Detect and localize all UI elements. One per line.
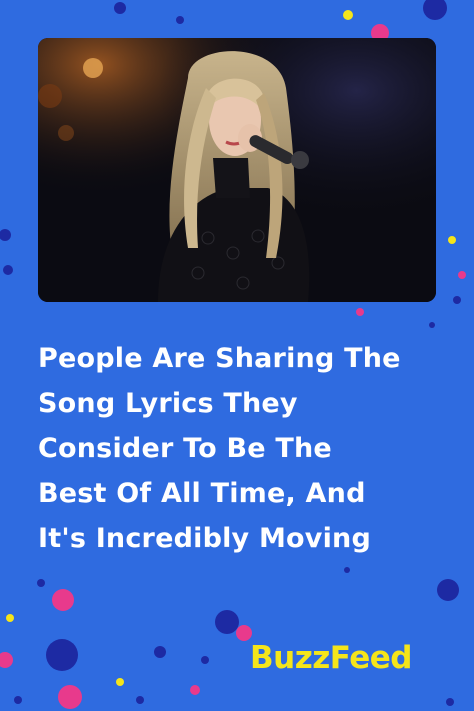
confetti-dot <box>458 271 466 279</box>
confetti-dot <box>116 678 124 686</box>
confetti-dot <box>356 308 364 316</box>
headline-line: It's Incredibly Moving <box>38 523 371 554</box>
confetti-dot <box>453 296 461 304</box>
confetti-dot <box>46 639 78 671</box>
headline-line: People Are Sharing The <box>38 343 401 374</box>
confetti-dot <box>52 589 74 611</box>
confetti-dot <box>215 610 239 634</box>
confetti-dot <box>446 698 454 706</box>
confetti-dot <box>190 685 200 695</box>
confetti-dot <box>6 614 14 622</box>
stage-light <box>38 84 62 108</box>
confetti-dot <box>343 10 353 20</box>
confetti-dot <box>136 696 144 704</box>
confetti-dot <box>423 0 447 20</box>
confetti-dot <box>236 625 252 641</box>
headline-line: Song Lyrics They <box>38 388 298 419</box>
pin-card: People Are Sharing The Song Lyrics They … <box>0 0 474 711</box>
stage-light <box>83 58 103 78</box>
confetti-dot <box>437 579 459 601</box>
confetti-dot <box>429 322 435 328</box>
confetti-dot <box>448 236 456 244</box>
confetti-dot <box>176 16 184 24</box>
microphone-icon <box>291 151 309 169</box>
confetti-dot <box>344 567 350 573</box>
article-headline[interactable]: People Are Sharing The Song Lyrics They … <box>38 336 448 561</box>
confetti-dot <box>14 696 22 704</box>
performer-illustration <box>38 38 436 302</box>
buzzfeed-logo[interactable]: BuzzFeed <box>250 640 412 676</box>
confetti-dot <box>154 646 166 658</box>
headline-line: Best Of All Time, And <box>38 478 366 509</box>
confetti-dot <box>37 579 45 587</box>
confetti-dot <box>114 2 126 14</box>
stage-light <box>58 125 74 141</box>
confetti-dot <box>3 265 13 275</box>
confetti-dot <box>58 685 82 709</box>
hero-photo <box>38 38 436 302</box>
headline-line: Consider To Be The <box>38 433 332 464</box>
confetti-dot <box>0 229 11 241</box>
confetti-dot <box>201 656 209 664</box>
confetti-dot <box>0 652 13 668</box>
